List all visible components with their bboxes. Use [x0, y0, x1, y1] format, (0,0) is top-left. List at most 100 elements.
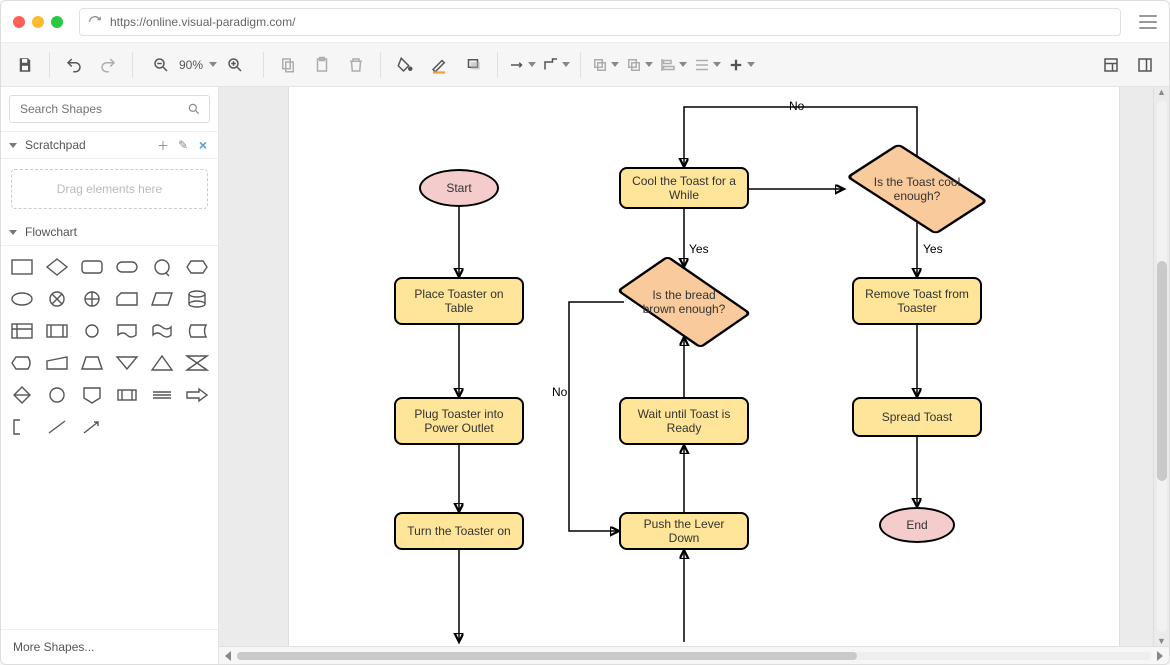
shape-display[interactable] — [7, 350, 38, 376]
copy-button[interactable] — [274, 51, 302, 79]
node-cool-toast[interactable]: Cool the Toast for a While — [619, 167, 749, 209]
edge-label-yes-mid: Yes — [689, 242, 709, 256]
fill-color-button[interactable] — [391, 51, 419, 79]
shadow-button[interactable] — [459, 51, 487, 79]
shape-offpage[interactable] — [77, 382, 108, 408]
format-panel-button[interactable] — [1097, 51, 1125, 79]
shape-circle-small[interactable] — [77, 318, 108, 344]
flowchart-title: Flowchart — [25, 225, 77, 239]
edge-label-yes-right: Yes — [923, 242, 943, 256]
scratchpad-dropzone[interactable]: Drag elements here — [11, 169, 208, 209]
toolbar: 90% — [1, 43, 1169, 87]
flowchart-header[interactable]: Flowchart — [1, 219, 218, 246]
window-maximize[interactable] — [51, 16, 63, 28]
node-spread-toast[interactable]: Spread Toast — [852, 397, 982, 437]
shape-search — [1, 87, 218, 132]
scratchpad-header[interactable]: Scratchpad ＋ ✎ × — [1, 132, 218, 159]
shape-tape[interactable] — [146, 318, 177, 344]
shape-internal[interactable] — [7, 318, 38, 344]
zoom-controls: 90% — [143, 51, 253, 79]
shape-loop[interactable] — [112, 382, 143, 408]
scratchpad-edit-icon[interactable]: ✎ — [176, 138, 190, 152]
node-remove-toast[interactable]: Remove Toast from Toaster — [852, 277, 982, 325]
shape-summing[interactable] — [42, 286, 73, 312]
zoom-out-button[interactable] — [147, 51, 175, 79]
canvas[interactable]: Start Place Toaster on Table Plug Toaste… — [219, 87, 1169, 646]
node-cool-enough[interactable]: Is the Toast cool enough? — [847, 155, 987, 223]
redo-button[interactable] — [94, 51, 122, 79]
scratchpad-close-icon[interactable]: × — [196, 138, 210, 152]
undo-button[interactable] — [60, 51, 88, 79]
zoom-value[interactable]: 90% — [179, 58, 203, 72]
zoom-in-button[interactable] — [221, 51, 249, 79]
outline-panel-button[interactable] — [1131, 51, 1159, 79]
shape-diamond[interactable] — [42, 254, 73, 280]
edge-label-no-top: No — [789, 99, 804, 113]
scratchpad-add-icon[interactable]: ＋ — [156, 138, 170, 152]
node-push-lever[interactable]: Push the Lever Down — [619, 512, 749, 550]
shape-rounded[interactable] — [77, 254, 108, 280]
save-button[interactable] — [11, 51, 39, 79]
shape-connector[interactable] — [42, 382, 73, 408]
app-window: https://online.visual-paradigm.com/ 90% — [0, 0, 1170, 665]
shape-collate[interactable] — [181, 350, 212, 376]
diagram-page[interactable]: Start Place Toaster on Table Plug Toaste… — [289, 87, 1119, 646]
shape-sort[interactable] — [7, 382, 38, 408]
waypoint-style-button[interactable] — [542, 51, 570, 79]
node-brown-enough[interactable]: Is the bread brown enough? — [624, 267, 744, 337]
scroll-left-icon[interactable] — [225, 651, 231, 661]
node-start[interactable]: Start — [419, 169, 499, 207]
horizontal-scrollbar[interactable] — [219, 646, 1169, 664]
shape-terminator[interactable] — [112, 254, 143, 280]
horizontal-scroll-thumb[interactable] — [237, 652, 857, 660]
vertical-scroll-thumb[interactable] — [1157, 261, 1167, 481]
node-end[interactable]: End — [879, 507, 955, 543]
shape-stored[interactable] — [181, 318, 212, 344]
to-front-button[interactable] — [591, 51, 619, 79]
delete-button[interactable] — [342, 51, 370, 79]
scroll-right-icon[interactable] — [1157, 651, 1163, 661]
url-text: https://online.visual-paradigm.com/ — [110, 15, 295, 29]
node-place-toaster[interactable]: Place Toaster on Table — [394, 277, 524, 325]
shape-parallelogram[interactable] — [146, 286, 177, 312]
shape-predefined[interactable] — [42, 318, 73, 344]
shape-ellipse[interactable] — [7, 286, 38, 312]
shape-sequential[interactable] — [146, 254, 177, 280]
shape-triangle[interactable] — [146, 350, 177, 376]
url-bar[interactable]: https://online.visual-paradigm.com/ — [79, 8, 1121, 36]
node-plug-toaster[interactable]: Plug Toaster into Power Outlet — [394, 397, 524, 445]
zoom-caret-icon[interactable] — [209, 62, 217, 67]
shape-manual-input[interactable] — [42, 350, 73, 376]
search-input[interactable] — [18, 101, 181, 117]
connector-style-button[interactable] — [508, 51, 536, 79]
shape-line-arrow[interactable] — [77, 414, 108, 440]
menu-button[interactable] — [1139, 15, 1157, 29]
shape-document[interactable] — [112, 318, 143, 344]
vertical-scrollbar[interactable]: ▲ ▼ — [1153, 87, 1169, 646]
window-minimize[interactable] — [32, 16, 44, 28]
insert-button[interactable] — [727, 51, 755, 79]
shape-trapezoid[interactable] — [77, 350, 108, 376]
shape-card[interactable] — [112, 286, 143, 312]
node-wait-ready[interactable]: Wait until Toast is Ready — [619, 397, 749, 445]
shape-rect[interactable] — [7, 254, 38, 280]
shape-palette — [1, 246, 218, 448]
line-color-button[interactable] — [425, 51, 453, 79]
to-back-button[interactable] — [625, 51, 653, 79]
align-button[interactable] — [659, 51, 687, 79]
shape-arrow[interactable] — [181, 382, 212, 408]
more-shapes-link[interactable]: More Shapes... — [1, 629, 218, 664]
search-icon[interactable] — [187, 102, 201, 116]
shape-or[interactable] — [77, 286, 108, 312]
shape-cylinder[interactable] — [181, 286, 212, 312]
shape-triangle-down[interactable] — [112, 350, 143, 376]
paste-button[interactable] — [308, 51, 336, 79]
window-close[interactable] — [13, 16, 25, 28]
scratchpad-title: Scratchpad — [25, 138, 86, 152]
distribute-button[interactable] — [693, 51, 721, 79]
shape-hexagon[interactable] — [181, 254, 212, 280]
shape-line[interactable] — [42, 414, 73, 440]
shape-annotation[interactable] — [7, 414, 38, 440]
shape-transfer[interactable] — [146, 382, 177, 408]
node-turn-on[interactable]: Turn the Toaster on — [394, 512, 524, 550]
